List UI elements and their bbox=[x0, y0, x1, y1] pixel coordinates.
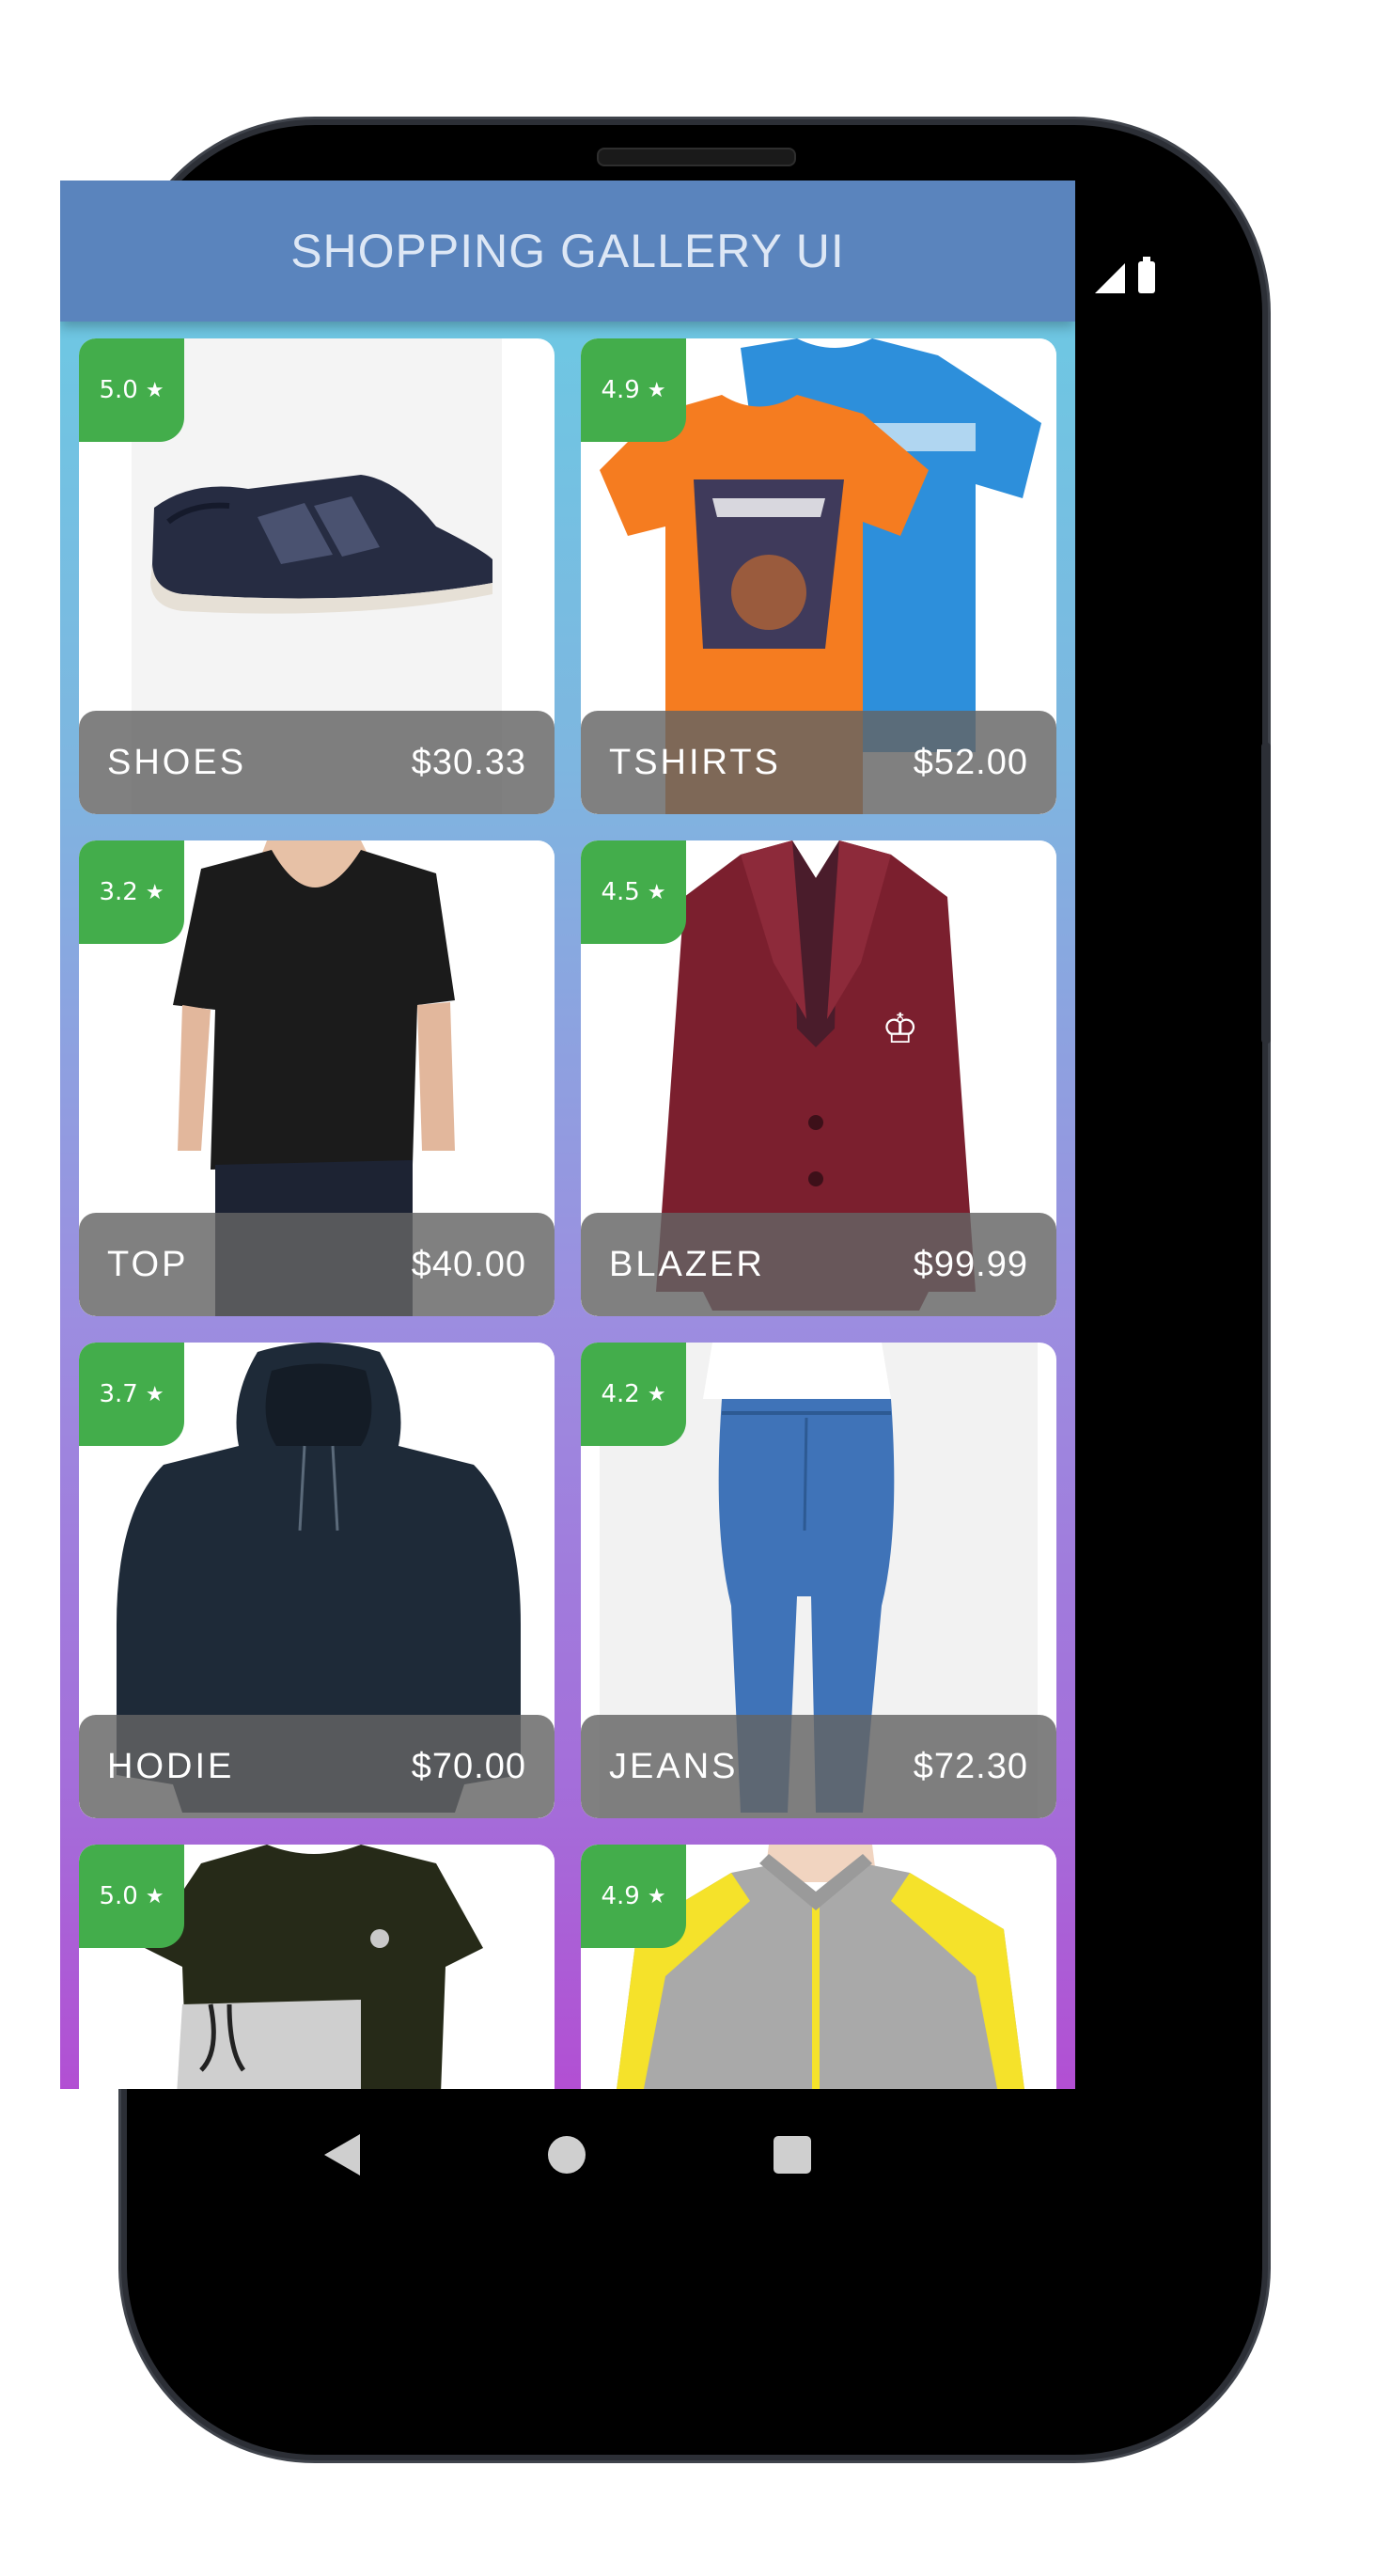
product-price: $40.00 bbox=[411, 1244, 526, 1284]
rating-badge: 5.0 ★ bbox=[79, 338, 184, 442]
rating-badge: 4.5 ★ bbox=[581, 840, 686, 944]
product-name: TOP bbox=[107, 1244, 189, 1284]
star-icon: ★ bbox=[145, 880, 164, 904]
svg-text:♔: ♔ bbox=[882, 1005, 918, 1053]
product-caption: HODIE $70.00 bbox=[79, 1715, 555, 1818]
rating-badge: 4.2 ★ bbox=[581, 1343, 686, 1446]
star-icon: ★ bbox=[647, 1884, 666, 1908]
status-icons bbox=[1095, 257, 1155, 293]
recent-apps-icon[interactable] bbox=[774, 2136, 811, 2174]
star-icon: ★ bbox=[647, 378, 666, 402]
battery-icon bbox=[1138, 257, 1155, 293]
product-card[interactable]: 3.2 ★ TOP $40.00 bbox=[79, 840, 555, 1316]
rating-badge: 4.9 ★ bbox=[581, 1845, 686, 1948]
rating-value: 4.2 bbox=[601, 1380, 640, 1408]
rating-badge: 3.2 ★ bbox=[79, 840, 184, 944]
rating-value: 4.5 bbox=[601, 878, 640, 906]
gallery-scroll-area[interactable]: 5.0 ★ SHOES $30.33 4.9 ★ TSHIRTS $52.00 … bbox=[60, 322, 1075, 2089]
rating-badge: 5.0 ★ bbox=[79, 1845, 184, 1948]
star-icon: ★ bbox=[145, 378, 164, 402]
rating-value: 4.9 bbox=[601, 376, 640, 404]
product-card[interactable]: 4.9 ★ bbox=[581, 1845, 1056, 2089]
product-name: HODIE bbox=[107, 1746, 235, 1786]
product-price: $52.00 bbox=[913, 742, 1028, 782]
rating-value: 3.2 bbox=[99, 878, 138, 906]
product-caption: TSHIRTS $52.00 bbox=[581, 711, 1056, 814]
product-card[interactable]: 3.7 ★ HODIE $70.00 bbox=[79, 1343, 555, 1818]
rating-value: 4.9 bbox=[601, 1882, 640, 1910]
product-card[interactable]: ♔ 4.5 ★ BLAZER $99.99 bbox=[581, 840, 1056, 1316]
rating-value: 3.7 bbox=[99, 1380, 138, 1408]
rating-badge: 4.9 ★ bbox=[581, 338, 686, 442]
app-bar: SHOPPING GALLERY UI bbox=[60, 181, 1075, 322]
product-price: $30.33 bbox=[411, 742, 526, 782]
screen: SHOPPING GALLERY UI 5.0 ★ SHOES $30.33 4… bbox=[60, 181, 1075, 2089]
system-nav-bar bbox=[60, 2089, 1075, 2221]
product-caption: BLAZER $99.99 bbox=[581, 1213, 1056, 1316]
product-card[interactable]: 5.0 ★ SHOES $30.33 bbox=[79, 338, 555, 814]
product-card[interactable]: 5.0 ★ bbox=[79, 1845, 555, 2089]
product-name: TSHIRTS bbox=[609, 742, 781, 782]
product-caption: SHOES $30.33 bbox=[79, 711, 555, 814]
product-price: $70.00 bbox=[411, 1746, 526, 1786]
rating-value: 5.0 bbox=[99, 1882, 138, 1910]
star-icon: ★ bbox=[647, 1382, 666, 1406]
signal-icon bbox=[1095, 263, 1125, 293]
rating-badge: 3.7 ★ bbox=[79, 1343, 184, 1446]
power-button bbox=[1261, 743, 1271, 1044]
speaker bbox=[597, 148, 796, 166]
app-title: SHOPPING GALLERY UI bbox=[290, 225, 845, 277]
product-name: JEANS bbox=[609, 1746, 739, 1786]
product-caption: JEANS $72.30 bbox=[581, 1715, 1056, 1818]
product-name: SHOES bbox=[107, 742, 247, 782]
home-icon[interactable] bbox=[548, 2136, 586, 2174]
star-icon: ★ bbox=[145, 1884, 164, 1908]
rating-value: 5.0 bbox=[99, 376, 138, 404]
star-icon: ★ bbox=[647, 880, 666, 904]
star-icon: ★ bbox=[145, 1382, 164, 1406]
product-card[interactable]: 4.9 ★ TSHIRTS $52.00 bbox=[581, 338, 1056, 814]
product-price: $99.99 bbox=[913, 1244, 1028, 1284]
product-name: BLAZER bbox=[609, 1244, 765, 1284]
product-caption: TOP $40.00 bbox=[79, 1213, 555, 1316]
product-price: $72.30 bbox=[913, 1746, 1028, 1786]
back-icon[interactable] bbox=[324, 2134, 360, 2175]
product-card[interactable]: 4.2 ★ JEANS $72.30 bbox=[581, 1343, 1056, 1818]
product-grid: 5.0 ★ SHOES $30.33 4.9 ★ TSHIRTS $52.00 … bbox=[79, 338, 1056, 2089]
